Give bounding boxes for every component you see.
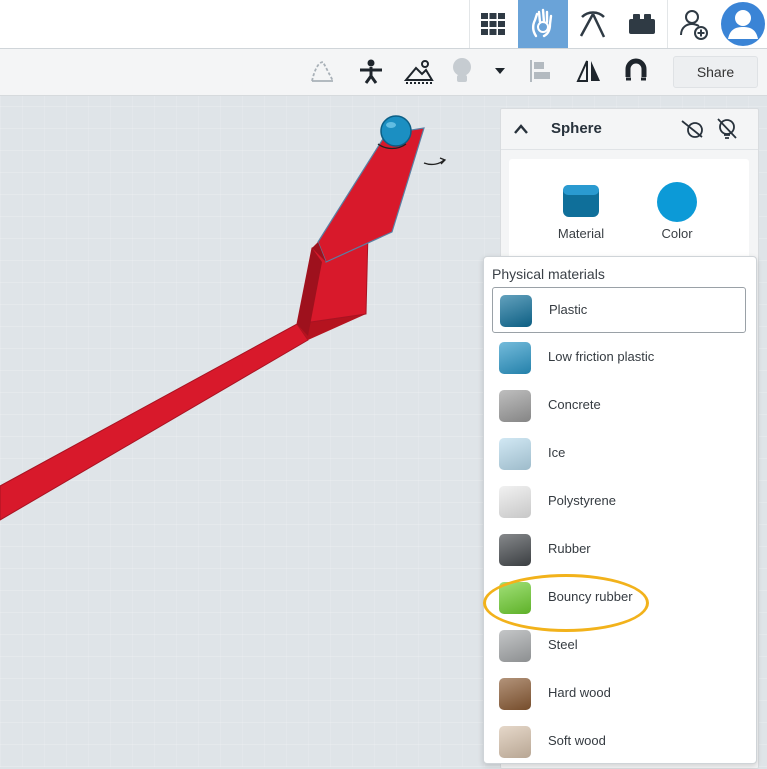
mirror-icon (576, 60, 600, 82)
material-item-label: Polystyrene (548, 493, 616, 508)
align-tool[interactable] (525, 56, 557, 86)
grid-view-icon (481, 13, 505, 35)
material-item-label: Concrete (548, 397, 601, 412)
material-cube-icon (563, 185, 599, 217)
scene-light-icon (404, 60, 434, 84)
material-item-label: Low friction plastic (548, 349, 655, 364)
material-swatch-icon (499, 342, 531, 374)
material-item-low-friction-plastic[interactable]: Low friction plastic (492, 335, 746, 381)
pickaxe-icon (579, 11, 606, 38)
physical-materials-menu: Physical materials Plastic Low friction p… (483, 256, 757, 764)
avatar-icon (721, 2, 765, 46)
material-swatch-icon (499, 534, 531, 566)
chevron-up-icon[interactable] (513, 123, 529, 135)
user-avatar-button[interactable] (719, 0, 767, 48)
material-item-plastic[interactable]: Plastic (492, 287, 746, 333)
grid-view-button[interactable] (469, 0, 517, 48)
magnet-icon (625, 58, 647, 81)
material-swatch-icon (499, 438, 531, 470)
dropdown-arrow-icon (495, 68, 505, 74)
material-item-label: Rubber (548, 541, 591, 556)
material-item-steel[interactable]: Steel (492, 623, 746, 669)
light-dropdown-button[interactable] (486, 56, 514, 86)
hide-sensor-icon[interactable] (679, 117, 707, 141)
shape-curve-tool[interactable] (306, 56, 338, 86)
magnet-tool[interactable] (620, 56, 652, 86)
material-swatch-icon (500, 295, 532, 327)
color-property[interactable]: Color (637, 173, 717, 253)
material-item-label: Plastic (549, 302, 588, 317)
shape-curve-icon (311, 61, 334, 82)
sphere-ball (380, 115, 412, 147)
ramp-top-shape (317, 127, 425, 263)
material-swatch-icon (499, 630, 531, 662)
material-swatch-icon (499, 390, 531, 422)
material-item-hard-wood[interactable]: Hard wood (492, 671, 746, 717)
add-user-button[interactable] (670, 0, 718, 48)
material-item-rubber[interactable]: Rubber (492, 527, 746, 573)
material-label: Material (557, 226, 605, 241)
add-user-icon (680, 10, 708, 40)
material-property[interactable]: Material (541, 173, 621, 253)
material-item-soft-wood[interactable]: Soft wood (492, 719, 746, 765)
hide-light-icon[interactable] (714, 116, 740, 142)
annotation-highlight-circle (483, 574, 649, 632)
simulate-button[interactable] (518, 0, 568, 48)
inspector-title: Sphere (551, 120, 602, 137)
ramp-bottom-shape (0, 323, 309, 521)
material-item-ice[interactable]: Ice (492, 431, 746, 477)
menu-header: Physical materials (492, 266, 605, 282)
brick-icon (629, 14, 655, 34)
simulation-actor-icon (360, 59, 382, 84)
color-swatch (657, 182, 697, 222)
material-swatch-icon (499, 726, 531, 758)
material-item-polystyrene[interactable]: Polystyrene (492, 479, 746, 525)
simulation-actor-tool[interactable] (355, 56, 387, 86)
material-swatch-icon (499, 678, 531, 710)
material-item-concrete[interactable]: Concrete (492, 383, 746, 429)
build-button[interactable] (569, 0, 617, 48)
color-label: Color (661, 226, 693, 241)
material-item-label: Ice (548, 445, 566, 460)
top-bar (0, 0, 767, 49)
light-tool[interactable] (446, 56, 478, 86)
material-item-label: Steel (548, 637, 578, 652)
inspector-header: Sphere (501, 109, 758, 150)
material-swatch-icon (499, 486, 531, 518)
simulate-hand-icon (532, 8, 553, 38)
lightbulb-icon (453, 58, 471, 82)
inspector-properties-card: Material Color (509, 159, 749, 259)
mirror-tool[interactable] (573, 56, 605, 86)
material-item-label: Soft wood (548, 733, 606, 748)
divider (667, 0, 668, 48)
align-icon (530, 60, 550, 82)
material-item-label: Hard wood (548, 685, 611, 700)
scene-light-tool[interactable] (403, 56, 435, 86)
share-button[interactable]: Share (673, 56, 758, 88)
bricks-button[interactable] (618, 0, 666, 48)
